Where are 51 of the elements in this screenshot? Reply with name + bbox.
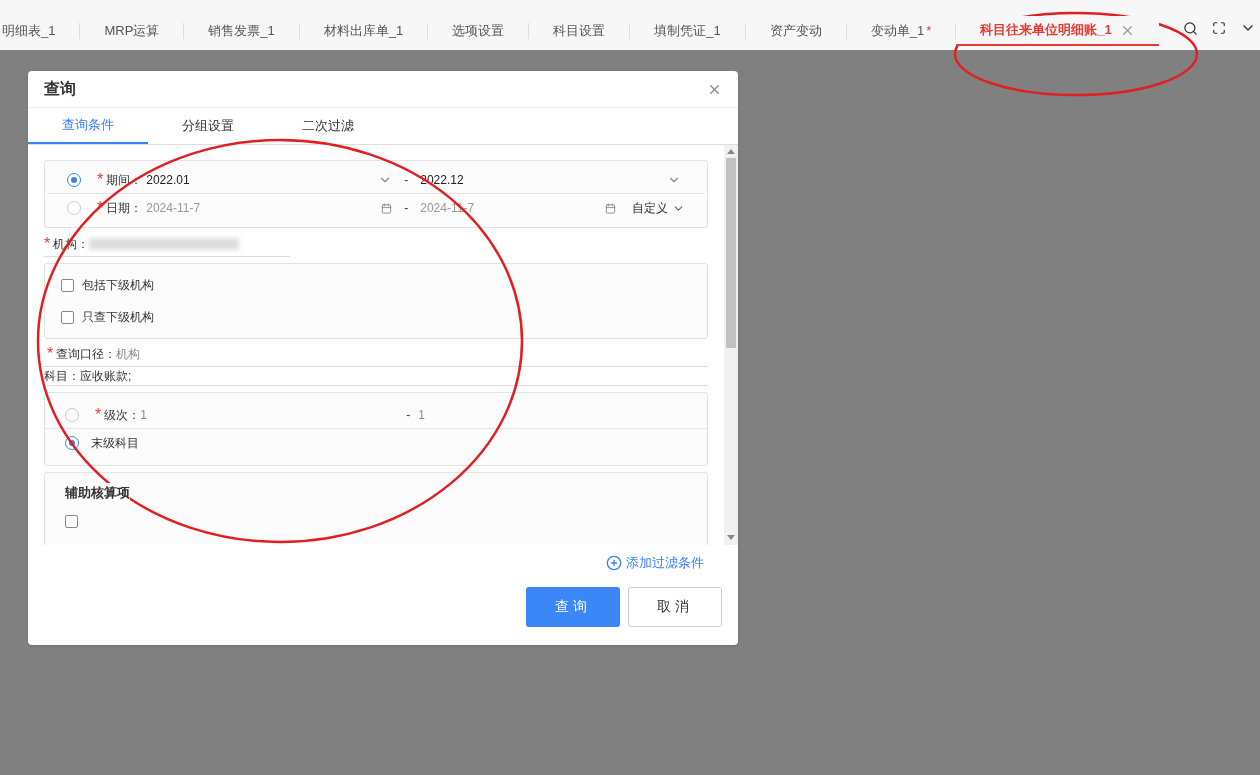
checkbox-label: 包括下级机构 [82,277,154,294]
tab[interactable]: 填制凭证_1 [630,16,745,46]
radio-button[interactable] [65,407,79,422]
cancel-button[interactable]: 取消 [628,586,722,627]
range-separator: - [404,200,409,217]
tab[interactable]: 销售发票_1 [184,16,299,46]
section-title: 辅助核算项 [65,483,130,503]
field-label: 科目： [44,368,80,385]
field-value: 应收账款; [80,368,132,385]
range-separator: - [404,171,409,189]
tab[interactable]: 材料出库单_1 [299,16,428,46]
dialog-tab[interactable]: 二次过滤 [268,108,388,144]
radio-label: 末级科目 [91,435,139,452]
query-button[interactable]: 查询 [526,586,620,627]
field-value: 1 [418,406,425,424]
tab[interactable]: 科目设置 [529,16,630,46]
calendar-icon [381,202,393,214]
dialog-tab[interactable]: 分组设置 [148,108,268,144]
scrollbar[interactable] [724,145,738,545]
range-separator: - [406,406,411,424]
required-mark: * [97,169,104,190]
search-icon[interactable] [1183,20,1198,36]
field-value: 1 [140,406,148,424]
field-label: 日期： [106,200,143,217]
tab[interactable]: 资产变动 [745,16,846,46]
dialog-title: 查询 [44,79,77,99]
radio-button[interactable] [67,201,81,215]
field-label: 级次： [104,406,141,424]
calendar-icon [605,202,616,214]
required-mark: * [47,344,54,364]
tab[interactable]: 选项设置 [428,16,529,46]
scroll-down-icon[interactable] [727,535,735,540]
tab[interactable]: MRP运算 [80,16,184,46]
checkbox[interactable] [61,278,74,292]
checkbox-label: 只查下级机构 [82,309,154,326]
fullscreen-icon[interactable] [1212,21,1226,35]
checkbox[interactable] [65,514,78,528]
dialog-tab[interactable]: 查询条件 [28,108,148,144]
required-mark: * [44,234,51,254]
radio-button[interactable] [67,172,81,187]
checkbox[interactable] [61,310,74,324]
tab[interactable]: 变动单_1* [846,16,956,46]
add-filter-link[interactable]: 添加过滤条件 [606,553,704,573]
plus-circle-icon [606,554,622,571]
tab[interactable]: 科目往来单位明细账_1 [956,16,1159,46]
from-field[interactable]: 2022.01 [142,168,397,191]
field-label: 查询口径： [56,346,117,363]
required-mark: * [95,404,102,425]
mode-dropdown[interactable]: 自定义 [632,199,685,217]
tab[interactable]: 明细表_1 [0,16,80,46]
field-value: 机构 [116,346,141,363]
